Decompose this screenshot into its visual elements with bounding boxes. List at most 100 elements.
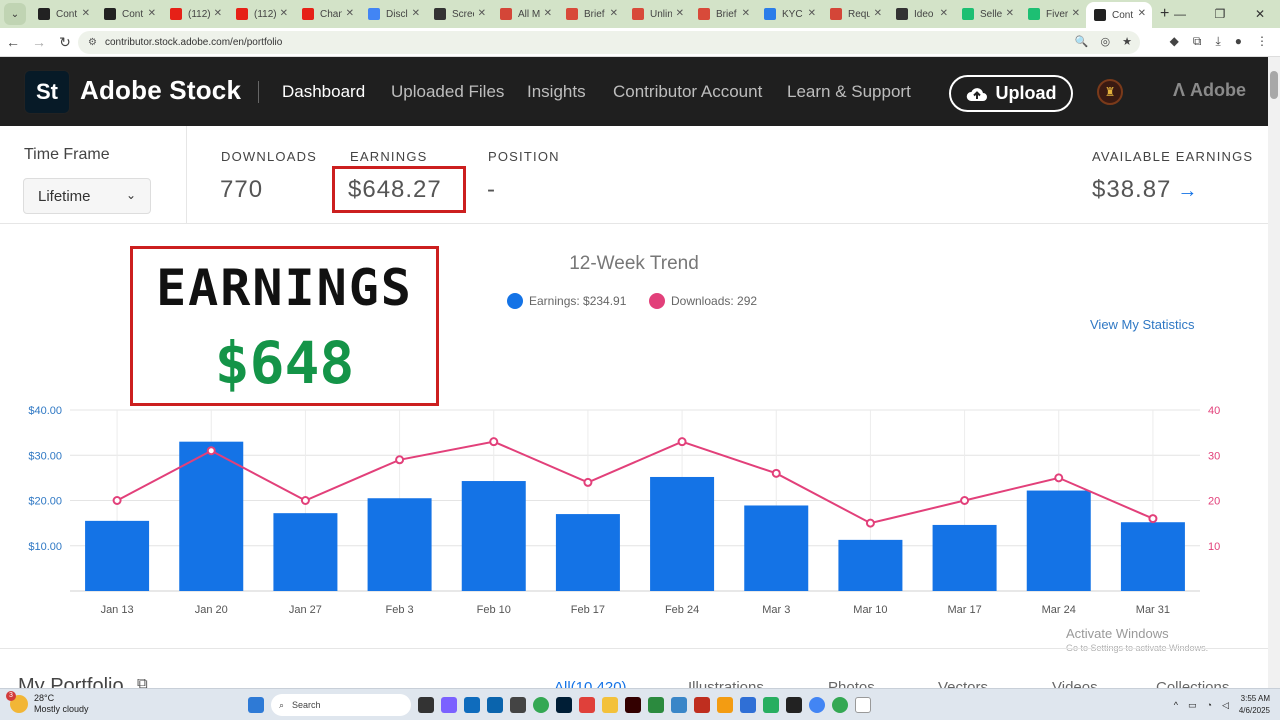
task-view-icon[interactable] — [418, 697, 434, 713]
blender-icon[interactable] — [717, 697, 733, 713]
close-tab-icon[interactable]: ✕ — [148, 8, 156, 19]
browser-tab[interactable]: Unlin ✕ — [624, 2, 690, 26]
browser-tab[interactable]: KYC ✕ — [756, 2, 822, 26]
chrome-profile-icon[interactable] — [809, 697, 825, 713]
browser-tab-title: Discl — [386, 8, 408, 20]
forward-icon[interactable]: → — [26, 34, 52, 50]
volume-icon[interactable]: ◁ — [1222, 700, 1229, 711]
browser-tab[interactable]: Scree ✕ — [426, 2, 492, 26]
browser-tab[interactable]: (112) ✕ — [162, 2, 228, 26]
close-tab-icon[interactable]: ✕ — [346, 8, 354, 19]
minimize-icon[interactable]: — — [1160, 7, 1200, 21]
view-statistics-link[interactable]: View My Statistics — [1090, 317, 1195, 332]
browser-tab[interactable]: Ideo ✕ — [888, 2, 954, 26]
site-info-icon[interactable]: ⚙ — [88, 37, 97, 48]
browser-tab[interactable]: (112) ✕ — [228, 2, 294, 26]
chrome-alt-icon[interactable] — [832, 697, 848, 713]
filezilla-icon[interactable] — [694, 697, 710, 713]
legend-downloads[interactable]: Downloads: 292 — [649, 293, 757, 309]
arrow-right-icon[interactable]: → — [1177, 180, 1198, 202]
zoom-icon[interactable]: 🔍 — [1075, 35, 1089, 48]
scroll-thumb[interactable] — [1270, 71, 1278, 99]
notepad-icon[interactable] — [855, 697, 871, 713]
browser-tab[interactable]: Cont ✕ — [30, 2, 96, 26]
app-icon[interactable] — [510, 697, 526, 713]
weather-widget[interactable]: 3 28°C Mostly cloudy — [6, 691, 89, 715]
adobe-logo[interactable]: Λ Adobe — [1173, 80, 1246, 101]
back-icon[interactable]: ← — [0, 34, 26, 50]
bookmark-star-icon[interactable]: ★ — [1122, 35, 1132, 48]
close-tab-icon[interactable]: ✕ — [1138, 8, 1146, 19]
download-icon[interactable]: ⤓ — [1215, 34, 1220, 49]
chevron-up-icon[interactable]: ^ — [1174, 700, 1178, 710]
close-tab-icon[interactable]: ✕ — [1006, 8, 1014, 19]
browser-tab[interactable]: Cont ✕ — [96, 2, 162, 26]
anydesk-icon[interactable] — [579, 697, 595, 713]
wifi-icon[interactable]: ◔ — [1207, 700, 1212, 710]
close-tab-icon[interactable]: ✕ — [1072, 8, 1080, 19]
close-tab-icon[interactable]: ✕ — [874, 8, 882, 19]
tab-search-icon[interactable]: ⌄ — [4, 3, 26, 25]
activate-windows-title: Activate Windows — [1066, 626, 1169, 641]
timeframe-dropdown[interactable]: Lifetime ⌄ — [23, 178, 151, 214]
file-explorer-icon[interactable] — [602, 697, 618, 713]
network-status-icon[interactable]: ▭ — [1188, 700, 1197, 711]
user-avatar[interactable]: ♜ — [1097, 79, 1123, 105]
close-tab-icon[interactable]: ✕ — [478, 8, 486, 19]
windows-start-icon[interactable] — [248, 697, 264, 713]
store-icon[interactable] — [464, 697, 480, 713]
network-icon[interactable] — [671, 697, 687, 713]
browser-tab[interactable]: Requ ✕ — [822, 2, 888, 26]
nav-dashboard[interactable]: Dashboard — [282, 82, 365, 102]
nav-uploaded-files[interactable]: Uploaded Files — [391, 82, 504, 102]
adobe-stock-logo[interactable]: St — [24, 70, 70, 114]
upload-button[interactable]: Upload — [949, 75, 1073, 112]
browser-tab[interactable]: Brief ✕ — [690, 2, 756, 26]
browser-tab[interactable]: Brief ✕ — [558, 2, 624, 26]
close-tab-icon[interactable]: ✕ — [610, 8, 618, 19]
browser-tab[interactable]: Chan ✕ — [294, 2, 360, 26]
chrome-icon[interactable] — [533, 697, 549, 713]
whatsapp-icon[interactable] — [763, 697, 779, 713]
nav-insights[interactable]: Insights — [527, 82, 586, 102]
nav-learn-support[interactable]: Learn & Support — [787, 82, 911, 102]
capcut-icon[interactable] — [786, 697, 802, 713]
brand-name[interactable]: Adobe Stock — [80, 75, 241, 106]
page-scrollbar[interactable] — [1268, 57, 1280, 688]
close-window-icon[interactable]: ✕ — [1240, 7, 1280, 21]
eye-off-icon[interactable]: ◎ — [1101, 35, 1111, 48]
close-tab-icon[interactable]: ✕ — [742, 8, 750, 19]
browser-tab[interactable]: Fiver ✕ — [1020, 2, 1086, 26]
menu-dots-icon[interactable]: ⋮ — [1256, 34, 1268, 49]
clock[interactable]: 3:55 AM 4/6/2025 — [1239, 693, 1270, 717]
legend-earnings[interactable]: Earnings: $234.91 — [507, 293, 626, 309]
close-tab-icon[interactable]: ✕ — [280, 8, 288, 19]
browser-tab[interactable]: Selle ✕ — [954, 2, 1020, 26]
vpn-icon[interactable] — [648, 697, 664, 713]
profile-avatar-icon[interactable]: ● — [1235, 34, 1242, 49]
restore-icon[interactable]: ❐ — [1200, 7, 1240, 21]
available-earnings[interactable]: $38.87 → — [1092, 176, 1198, 204]
close-tab-icon[interactable]: ✕ — [82, 8, 90, 19]
close-tab-icon[interactable]: ✕ — [412, 8, 420, 19]
close-tab-icon[interactable]: ✕ — [544, 8, 552, 19]
close-tab-icon[interactable]: ✕ — [214, 8, 222, 19]
copilot-icon[interactable] — [441, 697, 457, 713]
outlook-icon[interactable] — [487, 697, 503, 713]
url-field[interactable]: ⚙ contributor.stock.adobe.com/en/portfol… — [78, 31, 1140, 54]
security-icon[interactable] — [740, 697, 756, 713]
browser-tab[interactable]: Cont ✕ — [1086, 2, 1152, 28]
extension-icon[interactable]: ◆ — [1170, 34, 1179, 49]
taskbar-search[interactable]: ⌕ Search — [271, 694, 411, 716]
illustrator-icon[interactable] — [625, 697, 641, 713]
browser-tab[interactable]: Discl ✕ — [360, 2, 426, 26]
nav-contributor-account[interactable]: Contributor Account — [613, 82, 762, 102]
close-tab-icon[interactable]: ✕ — [808, 8, 816, 19]
browser-tab-title: KYC — [782, 8, 803, 20]
photoshop-icon[interactable] — [556, 697, 572, 713]
reload-icon[interactable]: ↻ — [52, 34, 78, 51]
browser-tab[interactable]: All M ✕ — [492, 2, 558, 26]
extensions-puzzle-icon[interactable]: ⧉ — [1193, 34, 1202, 49]
close-tab-icon[interactable]: ✕ — [676, 8, 684, 19]
close-tab-icon[interactable]: ✕ — [940, 8, 948, 19]
